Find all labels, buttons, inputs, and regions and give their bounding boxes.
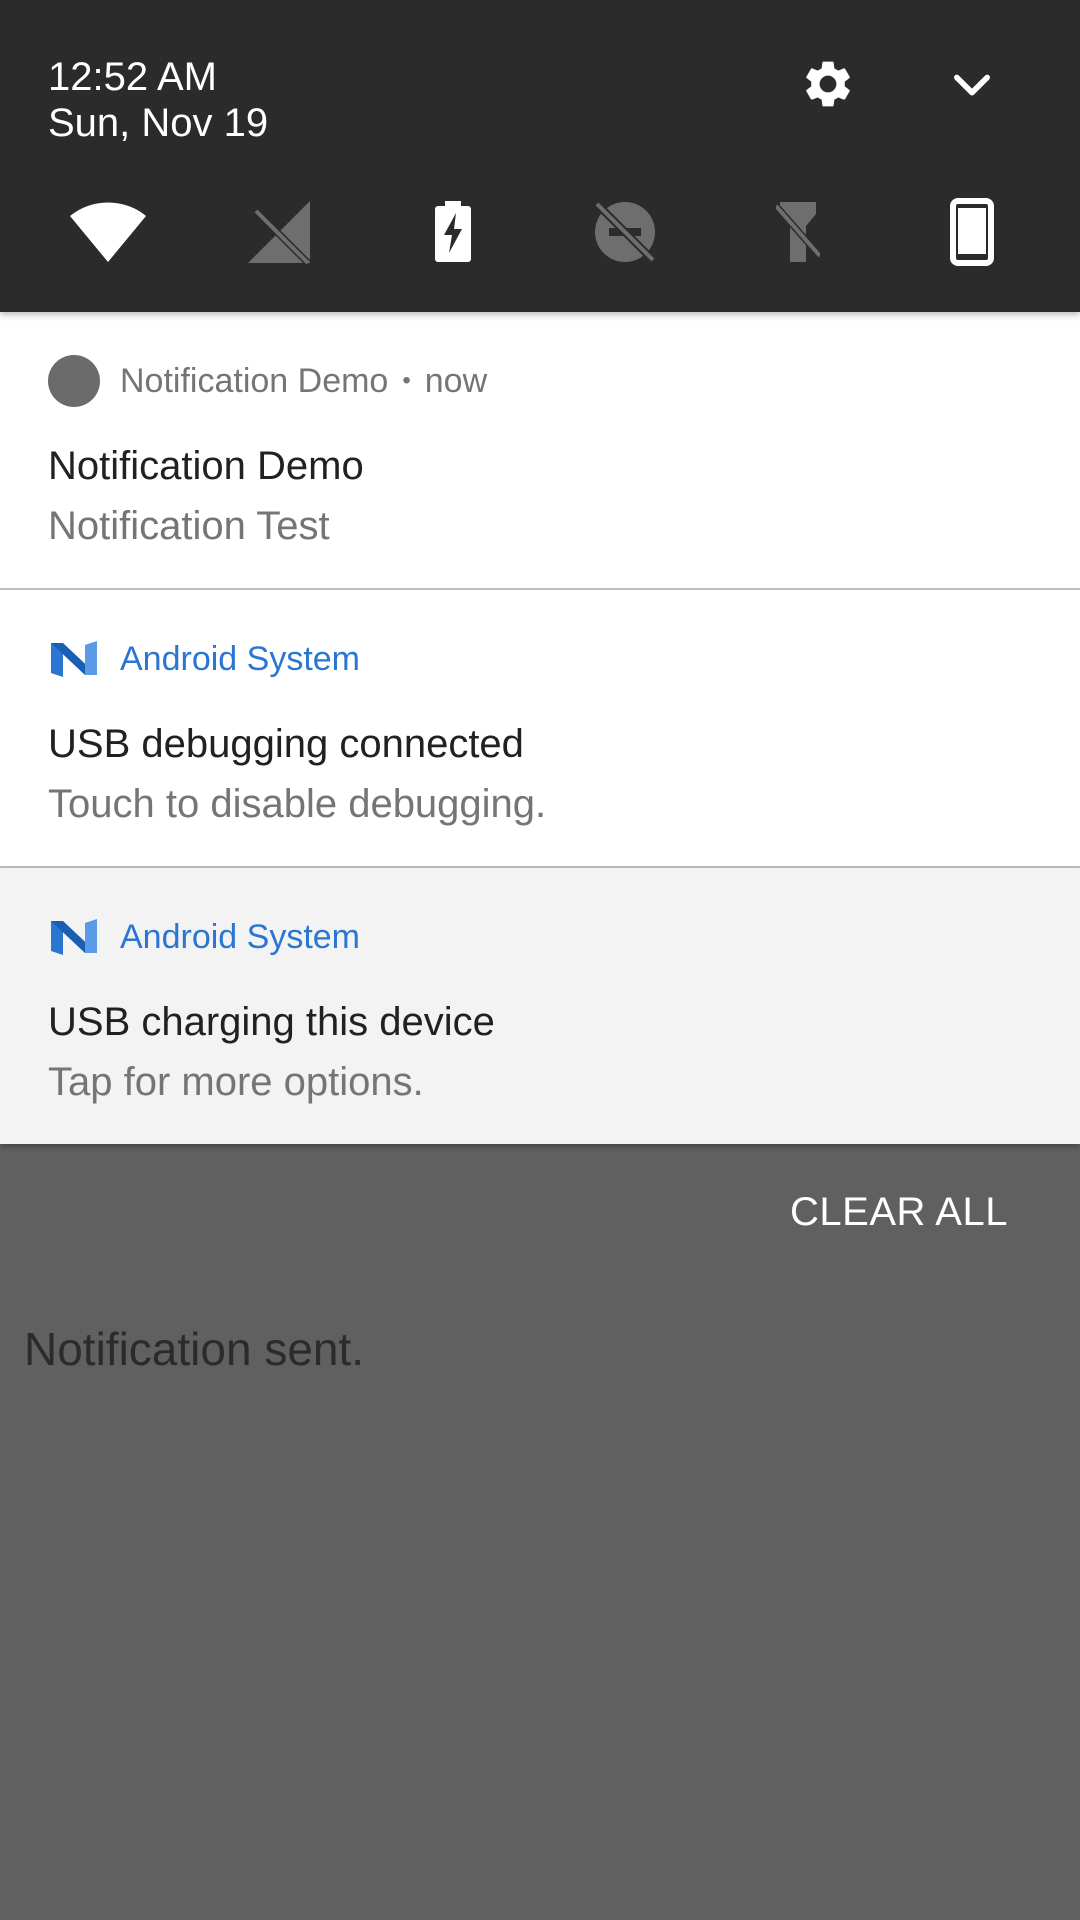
expand-button[interactable] (932, 44, 1012, 124)
notification-header: Android System (48, 634, 360, 684)
clock-time: 12:52 AM (48, 55, 218, 99)
clock-date: Sun, Nov 19 (48, 101, 269, 145)
tile-battery[interactable] (408, 190, 498, 274)
notification-header: Notification Demo • now (48, 355, 488, 407)
notification-text: Touch to disable debugging. (48, 782, 547, 826)
flashlight-off-icon (776, 202, 820, 262)
tile-flashlight[interactable] (753, 190, 843, 274)
wifi-icon (70, 202, 146, 262)
app-icon (48, 355, 100, 407)
quick-settings-header: 12:52 AM Sun, Nov 19 (0, 0, 1080, 312)
app-icon (48, 633, 100, 685)
dnd-off-icon (595, 202, 655, 262)
app-name: Android System (120, 917, 360, 956)
clock[interactable]: 12:52 AM Sun, Nov 19 (48, 54, 268, 146)
separator: • (402, 367, 411, 394)
app-name: Android System (120, 639, 360, 678)
chevron-down-icon (954, 74, 990, 96)
tile-do-not-disturb[interactable] (580, 190, 670, 274)
notification-card[interactable]: Android System USB charging this device … (0, 868, 1080, 1144)
notification-card[interactable]: Notification Demo • now Notification Dem… (0, 312, 1080, 590)
app-message: Notification sent. (24, 1323, 365, 1375)
notification-text: Notification Test (48, 504, 330, 548)
app-name: Notification Demo (120, 361, 389, 400)
phone-portrait-icon (950, 198, 994, 266)
app-icon (48, 911, 100, 963)
notification-title: Notification Demo (48, 444, 364, 488)
circle-icon (48, 355, 100, 407)
notification-text: Tap for more options. (48, 1060, 424, 1104)
android-n-icon (51, 641, 97, 677)
battery-charging-icon (435, 201, 471, 262)
tile-wifi[interactable] (63, 190, 153, 274)
notification-time: now (424, 361, 488, 400)
notification-card[interactable]: Android System USB debugging connected T… (0, 590, 1080, 868)
notification-title: USB debugging connected (48, 722, 524, 766)
clear-all-button[interactable]: CLEAR ALL (790, 1190, 1008, 1235)
tile-rotation[interactable] (927, 190, 1017, 274)
tile-mobile-data[interactable] (234, 190, 324, 274)
android-n-icon (51, 919, 97, 955)
notification-header: Android System (48, 912, 360, 962)
no-signal-icon (248, 201, 311, 265)
notification-title: USB charging this device (48, 1000, 495, 1044)
gear-icon (806, 61, 850, 107)
settings-button[interactable] (788, 44, 868, 124)
